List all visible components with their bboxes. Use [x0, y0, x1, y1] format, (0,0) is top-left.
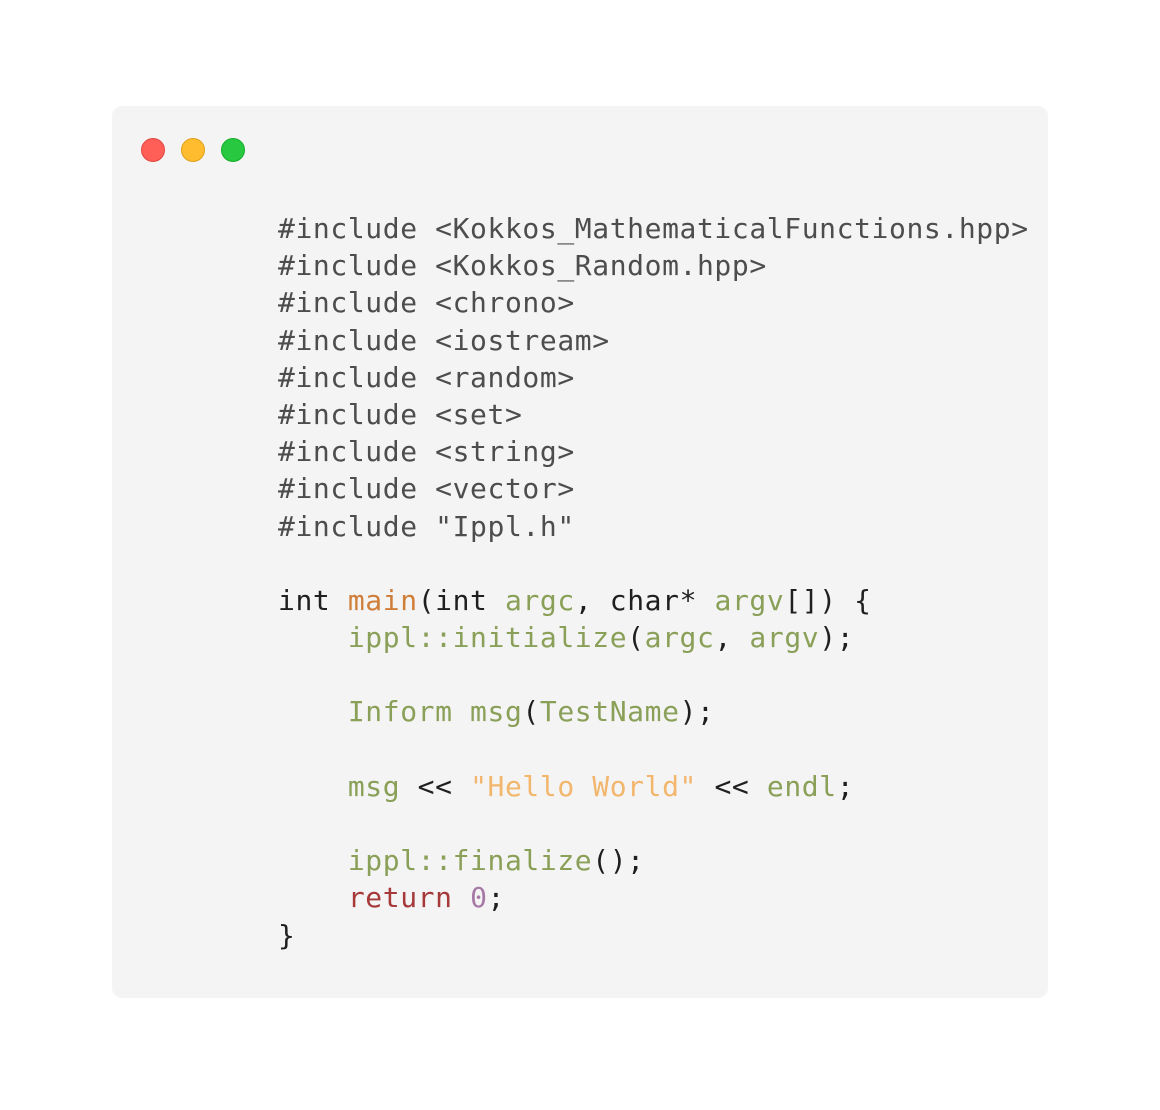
- return-line: return 0;: [278, 879, 1029, 916]
- include-line: #include <vector>: [278, 472, 575, 506]
- include-line: #include "Ippl.h": [278, 509, 575, 543]
- code-token: main: [347, 583, 418, 617]
- code-token: return: [347, 881, 453, 915]
- code-token: Inform msg: [347, 695, 523, 729]
- code-token: (int: [417, 583, 505, 617]
- code-token: endl: [766, 769, 837, 803]
- minimize-icon[interactable]: [181, 138, 205, 162]
- include-line: #include <chrono>: [278, 286, 575, 320]
- code-token: argv: [714, 583, 785, 617]
- code-block: #include <Kokkos_MathematicalFunctions.h…: [278, 210, 1029, 954]
- code-token: ();: [592, 844, 645, 878]
- code-token: msg: [347, 769, 401, 803]
- code-token: );: [679, 695, 715, 729]
- include-line: #include <random>: [278, 360, 575, 394]
- main-signature-line: int main(int argc, char* argv[]) {: [278, 582, 1029, 619]
- code-token: ippl::initialize: [347, 621, 628, 655]
- include-line: #include <iostream>: [278, 323, 610, 357]
- msg-line: msg << "Hello World" << endl;: [278, 768, 1029, 805]
- include-line: #include <string>: [278, 435, 575, 469]
- code-token: argc: [644, 621, 715, 655]
- code-token: TestName: [539, 695, 680, 729]
- code-token: []) {: [784, 583, 872, 617]
- code-token: ippl::finalize: [347, 844, 593, 878]
- code-token: argv: [749, 621, 820, 655]
- code-token: int: [278, 583, 348, 617]
- code-token: (: [627, 621, 645, 655]
- code-window: #include <Kokkos_MathematicalFunctions.h…: [112, 106, 1048, 998]
- code-token: (: [522, 695, 540, 729]
- close-icon[interactable]: [141, 138, 165, 162]
- code-token: , char*: [574, 583, 715, 617]
- finalize-line: ippl::finalize();: [278, 842, 1029, 879]
- include-line: #include <Kokkos_MathematicalFunctions.h…: [278, 212, 1029, 245]
- code-token: 0: [470, 881, 488, 915]
- initialize-line: ippl::initialize(argc, argv);: [278, 619, 1029, 656]
- zoom-icon[interactable]: [221, 138, 245, 162]
- code-token: <<: [697, 769, 767, 803]
- code-token: );: [819, 621, 855, 655]
- closing-brace-line: }: [278, 918, 296, 952]
- code-token: ;: [836, 769, 855, 803]
- code-token: argc: [504, 583, 575, 617]
- code-token: <<: [400, 769, 471, 803]
- inform-line: Inform msg(TestName);: [278, 693, 1029, 730]
- code-token: ,: [714, 621, 750, 655]
- include-line: #include <set>: [278, 397, 523, 431]
- code-token: ;: [487, 881, 505, 915]
- include-line: #include <Kokkos_Random.hpp>: [278, 249, 767, 283]
- code-token: "Hello World": [470, 769, 698, 803]
